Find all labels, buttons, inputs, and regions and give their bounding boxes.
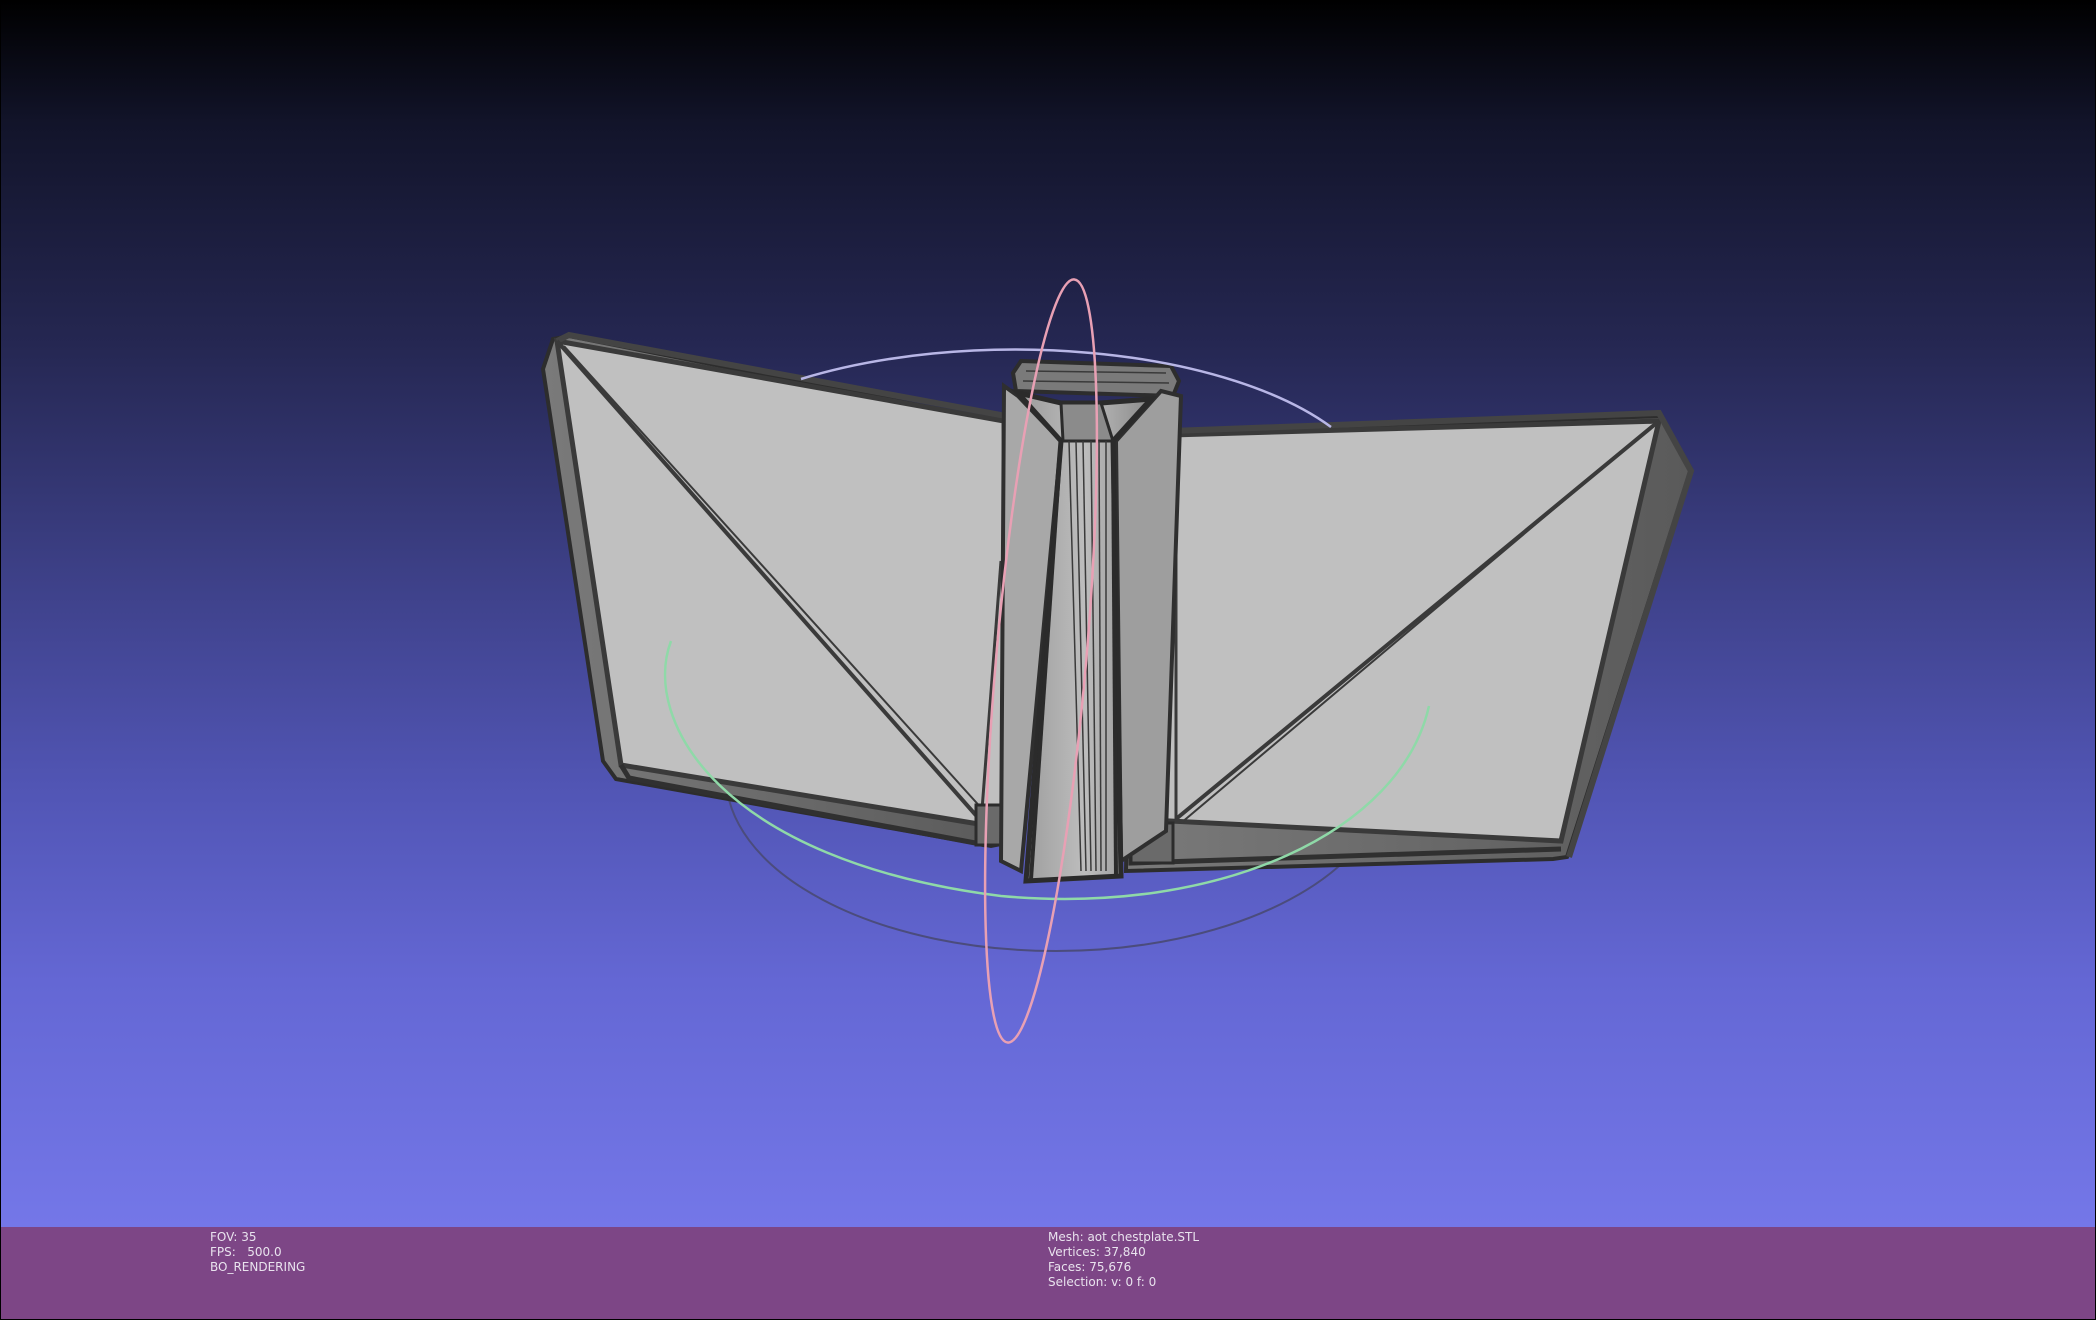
mesh-name-readout: Mesh: aot chestplate.STL: [1048, 1230, 1200, 1244]
fov-readout: FOV: 35: [210, 1230, 257, 1244]
3d-viewport[interactable]: [1, 1, 2095, 1227]
mesh-left-wing: [540, 331, 1014, 849]
mesh-scene: [540, 278, 1695, 1044]
render-stats: FOV: 35 FPS: 500.0 BO_RENDERING: [210, 1230, 305, 1275]
vertices-readout: Vertices: 37,840: [1048, 1245, 1146, 1259]
meshlab-window: FOV: 35 FPS: 500.0 BO_RENDERING Mesh: ao…: [0, 0, 2096, 1320]
mesh-spine: [998, 358, 1184, 884]
render-mode-readout: BO_RENDERING: [210, 1260, 306, 1274]
mesh-right-wing: [1123, 409, 1695, 874]
mesh-stats: Mesh: aot chestplate.STL Vertices: 37,84…: [1048, 1230, 1199, 1290]
fps-readout: FPS: 500.0: [210, 1245, 282, 1259]
selection-readout: Selection: v: 0 f: 0: [1048, 1275, 1157, 1289]
faces-readout: Faces: 75,676: [1048, 1260, 1132, 1274]
info-overlay: FOV: 35 FPS: 500.0 BO_RENDERING Mesh: ao…: [1, 1227, 2095, 1319]
